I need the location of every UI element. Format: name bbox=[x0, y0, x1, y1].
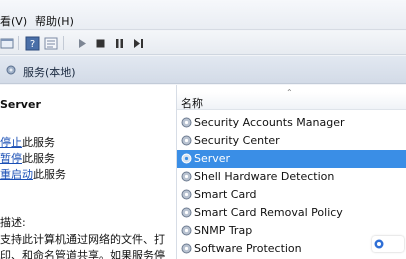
sort-up-icon: ⌃ bbox=[286, 88, 293, 97]
service-gear-icon bbox=[181, 189, 192, 200]
list-item[interactable]: Smart Card Removal Policy bbox=[177, 204, 406, 222]
play-icon[interactable] bbox=[75, 36, 90, 51]
list-item[interactable]: Shell Hardware Detection bbox=[177, 168, 406, 186]
service-gear-icon bbox=[181, 243, 192, 254]
gear-icon bbox=[6, 65, 16, 75]
services-list: ⌃ 名称 Security Accounts Manager Security … bbox=[176, 85, 406, 259]
pause-service-action: 暂停此服务 bbox=[0, 150, 55, 166]
help-icon[interactable]: ? bbox=[25, 36, 40, 51]
svg-text:?: ? bbox=[30, 39, 35, 50]
service-name: Server bbox=[194, 152, 231, 165]
pause-link[interactable]: 暂停 bbox=[0, 152, 22, 165]
service-name: SNMP Trap bbox=[194, 224, 253, 237]
toolbar-separator bbox=[63, 36, 64, 50]
description-label: 描述: bbox=[0, 216, 26, 229]
service-name: Security Center bbox=[194, 134, 280, 147]
service-name: Smart Card Removal Policy bbox=[194, 206, 343, 219]
restart-icon[interactable] bbox=[131, 36, 146, 51]
list-item-selected[interactable]: Server bbox=[177, 150, 406, 168]
logo-icon bbox=[374, 239, 384, 249]
console-icon[interactable] bbox=[0, 36, 15, 51]
service-gear-icon bbox=[181, 117, 192, 128]
stop-service-action: 停止此服务 bbox=[0, 134, 55, 150]
properties-icon[interactable] bbox=[44, 36, 59, 51]
column-header-name[interactable]: ⌃ 名称 bbox=[177, 88, 406, 110]
pause-icon[interactable] bbox=[112, 36, 127, 51]
service-name: Security Accounts Manager bbox=[194, 116, 345, 129]
description-line: 支持此计算机通过网络的文件、打 bbox=[0, 233, 165, 246]
page-title: 服务(本地) bbox=[23, 66, 76, 79]
service-gear-icon bbox=[181, 153, 192, 164]
action-text: 此服务 bbox=[22, 152, 55, 165]
list-item[interactable]: Security Accounts Manager bbox=[177, 114, 406, 132]
stop-link[interactable]: 停止 bbox=[0, 136, 22, 149]
action-text: 此服务 bbox=[33, 168, 66, 181]
restart-service-action: 重启动此服务 bbox=[0, 166, 66, 182]
list-item[interactable]: Security Center bbox=[177, 132, 406, 150]
service-name: Software Protection bbox=[194, 242, 302, 255]
column-label: 名称 bbox=[181, 97, 203, 110]
detail-pane: Server 停止此服务 暂停此服务 重启动此服务 描述: 支持此计算机通过网络… bbox=[0, 85, 176, 259]
description-line: 印、和命名管道共享。如果服务停 bbox=[0, 249, 165, 259]
toolbar: ? bbox=[0, 31, 406, 55]
service-name: Smart Card bbox=[194, 188, 257, 201]
service-name: Server bbox=[0, 98, 41, 111]
header-band: 服务(本地) bbox=[0, 56, 406, 84]
action-text: 此服务 bbox=[22, 136, 55, 149]
restart-link[interactable]: 重启动 bbox=[0, 168, 33, 181]
menu-view[interactable]: 看(V) bbox=[0, 13, 27, 29]
service-gear-icon bbox=[181, 225, 192, 236]
list-item[interactable]: Smart Card bbox=[177, 186, 406, 204]
service-gear-icon bbox=[181, 207, 192, 218]
watermark-logo bbox=[372, 236, 404, 252]
service-name: Shell Hardware Detection bbox=[194, 170, 335, 183]
menu-bar: 看(V) 帮助(H) bbox=[0, 0, 406, 30]
service-gear-icon bbox=[181, 171, 192, 182]
service-gear-icon bbox=[181, 135, 192, 146]
stop-icon[interactable] bbox=[93, 36, 108, 51]
menu-help[interactable]: 帮助(H) bbox=[35, 13, 74, 29]
toolbar-separator bbox=[18, 36, 19, 50]
